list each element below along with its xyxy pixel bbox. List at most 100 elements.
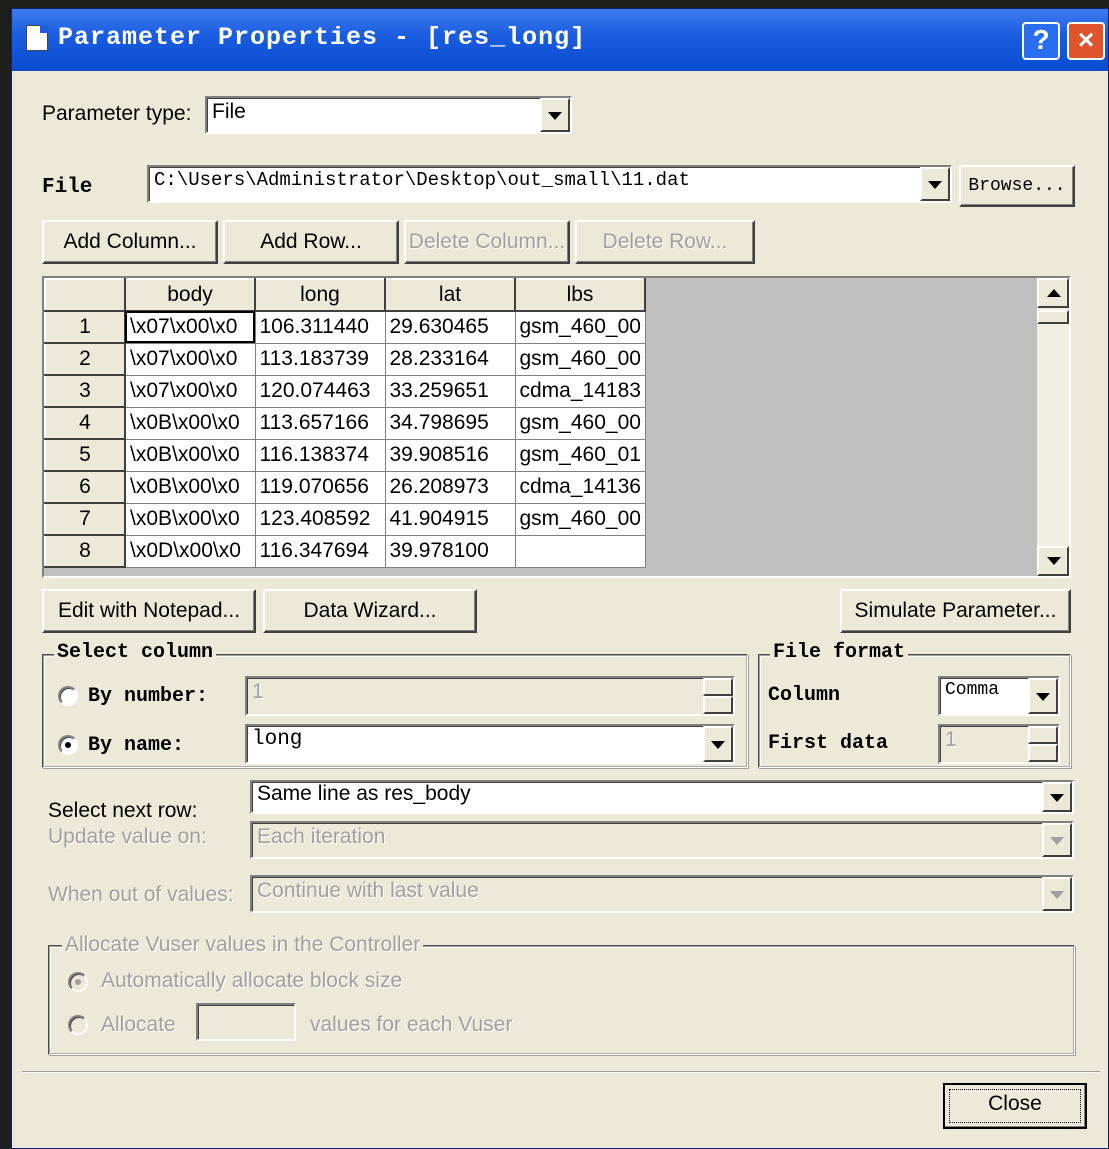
row-number[interactable]: 2 [44, 342, 126, 376]
by-number-stepper[interactable]: 1 [245, 676, 735, 716]
parameter-type-label: Parameter type: [42, 102, 192, 125]
select-column-title: Select column [54, 641, 217, 664]
table-cell-long[interactable]: 113.183739 [254, 342, 386, 376]
update-value-value: Each iteration [257, 825, 386, 848]
table-cell-lat[interactable]: 33.259651 [384, 374, 516, 408]
table-cell-long[interactable]: 120.074463 [254, 374, 386, 408]
row-number[interactable]: 3 [44, 374, 126, 408]
table-row[interactable]: 5 \x0B\x00\x0 116.138374 39.908516 gsm_460_0… [44, 438, 646, 472]
table-row[interactable]: 7 \x0B\x00\x0 123.408592 41.904915 gsm_460_0… [44, 502, 646, 536]
add-row-button[interactable]: Add Row... [223, 220, 399, 264]
column-header[interactable]: long [254, 278, 386, 312]
table-row[interactable]: 2 \x07\x00\x0 113.183739 28.233164 gsm_460_0… [44, 342, 646, 376]
table-cell-lbs[interactable] [514, 534, 646, 568]
table-cell-long[interactable]: 106.311440 [254, 310, 386, 344]
table-row[interactable]: 6 \x0B\x00\x0 119.070656 26.208973 cdma_1413… [44, 470, 646, 504]
table-cell-body[interactable]: \x07\x00\x0 [124, 342, 256, 376]
table-cell-long[interactable]: 116.347694 [254, 534, 386, 568]
table-row[interactable]: 8 \x0D\x00\x0 116.347694 39.978100 [44, 534, 646, 568]
table-cell-long[interactable]: 113.657166 [254, 406, 386, 440]
chevron-down-icon[interactable] [703, 726, 733, 762]
table-row[interactable]: 3 \x07\x00\x0 120.074463 33.259651 cdma_1418… [44, 374, 646, 408]
scroll-up-arrow-icon[interactable] [1037, 278, 1069, 308]
parameter-type-value: File [212, 100, 246, 123]
data-grid[interactable]: body long lat lbs 1 \x07\x00\x0 106.311440… [42, 276, 1071, 578]
scroll-down-arrow-icon[interactable] [1037, 546, 1069, 576]
table-cell-lbs[interactable]: gsm_460_00 [514, 342, 646, 376]
spin-buttons[interactable] [703, 678, 733, 714]
by-name-radio[interactable] [58, 735, 78, 755]
file-path-select[interactable]: C:\Users\Administrator\Desktop\out_small… [147, 165, 952, 203]
table-row[interactable]: 4 \x0B\x00\x0 113.657166 34.798695 gsm_460_0… [44, 406, 646, 440]
row-number[interactable]: 7 [44, 502, 126, 536]
table-cell-lbs[interactable]: gsm_460_01 [514, 438, 646, 472]
add-column-button[interactable]: Add Column... [42, 220, 218, 264]
table-cell-lbs[interactable]: gsm_460_00 [514, 502, 646, 536]
by-number-radio[interactable] [58, 686, 78, 706]
table-cell-lat[interactable]: 29.630465 [384, 310, 516, 344]
table-cell-lat[interactable]: 34.798695 [384, 406, 516, 440]
row-number[interactable]: 4 [44, 406, 126, 440]
grid-scrollbar[interactable] [1037, 278, 1069, 576]
column-header[interactable]: lbs [514, 278, 646, 312]
table-cell-body[interactable]: \x07\x00\x0 [124, 310, 256, 344]
out-of-values-select[interactable]: Continue with last value [250, 875, 1074, 913]
column-format-select[interactable]: Comma [938, 676, 1060, 716]
update-value-select[interactable]: Each iteration [250, 821, 1074, 859]
auto-allocate-radio[interactable] [68, 972, 88, 992]
edit-with-notepad-button[interactable]: Edit with Notepad... [42, 589, 256, 633]
row-number[interactable]: 1 [44, 310, 126, 344]
chevron-down-icon[interactable] [1042, 877, 1072, 911]
allocate-count-input[interactable] [196, 1003, 296, 1041]
table-cell-body[interactable]: \x0D\x00\x0 [124, 534, 256, 568]
delete-row-button[interactable]: Delete Row... [575, 220, 755, 264]
row-number[interactable]: 5 [44, 438, 126, 472]
table-cell-lbs[interactable]: gsm_460_00 [514, 310, 646, 344]
table-cell-body[interactable]: \x07\x00\x0 [124, 374, 256, 408]
spin-buttons[interactable] [1028, 726, 1058, 762]
table-cell-body[interactable]: \x0B\x00\x0 [124, 502, 256, 536]
table-cell-lat[interactable]: 26.208973 [384, 470, 516, 504]
chevron-down-icon[interactable] [1042, 823, 1072, 857]
column-header[interactable]: lat [384, 278, 516, 312]
row-number[interactable]: 8 [44, 534, 126, 568]
simulate-parameter-button[interactable]: Simulate Parameter... [840, 589, 1071, 633]
close-window-button[interactable]: × [1067, 22, 1105, 60]
parameter-properties-window: Parameter Properties - [res_long] ? × Pa… [11, 8, 1109, 1149]
row-number[interactable]: 6 [44, 470, 126, 504]
table-cell-body[interactable]: \x0B\x00\x0 [124, 470, 256, 504]
select-next-row-select[interactable]: Same line as res_body [250, 780, 1074, 814]
table-cell-lbs[interactable]: cdma_14183 [514, 374, 646, 408]
chevron-down-icon[interactable] [1042, 782, 1072, 812]
delete-column-button[interactable]: Delete Column... [404, 220, 570, 264]
table-cell-body[interactable]: \x0B\x00\x0 [124, 406, 256, 440]
table-cell-lat[interactable]: 39.978100 [384, 534, 516, 568]
by-name-select[interactable]: long [245, 724, 735, 764]
first-data-stepper[interactable]: 1 [938, 724, 1060, 764]
close-button[interactable]: Close [943, 1083, 1087, 1129]
allocate-radio[interactable] [68, 1015, 88, 1035]
table-cell-lbs[interactable]: gsm_460_00 [514, 406, 646, 440]
scroll-thumb[interactable] [1037, 310, 1069, 324]
table-cell-long[interactable]: 119.070656 [254, 470, 386, 504]
title-bar[interactable]: Parameter Properties - [res_long] ? × [12, 9, 1108, 71]
data-table: body long lat lbs 1 \x07\x00\x0 106.311440… [44, 278, 646, 568]
table-cell-long[interactable]: 123.408592 [254, 502, 386, 536]
table-cell-lbs[interactable]: cdma_14136 [514, 470, 646, 504]
data-wizard-button[interactable]: Data Wizard... [263, 589, 477, 633]
by-name-value: long [252, 728, 303, 751]
table-row[interactable]: 1 \x07\x00\x0 106.311440 29.630465 gsm_460_0… [44, 310, 646, 344]
table-cell-lat[interactable]: 28.233164 [384, 342, 516, 376]
table-cell-body[interactable]: \x0B\x00\x0 [124, 438, 256, 472]
chevron-down-icon[interactable] [540, 98, 570, 132]
table-cell-lat[interactable]: 39.908516 [384, 438, 516, 472]
column-header[interactable]: body [124, 278, 256, 312]
by-number-label: By number: [88, 685, 209, 708]
browse-button[interactable]: Browse... [959, 165, 1075, 207]
parameter-type-select[interactable]: File [205, 96, 572, 134]
help-button[interactable]: ? [1022, 22, 1060, 60]
table-cell-long[interactable]: 116.138374 [254, 438, 386, 472]
chevron-down-icon[interactable] [1028, 678, 1058, 714]
chevron-down-icon[interactable] [920, 167, 950, 201]
table-cell-lat[interactable]: 41.904915 [384, 502, 516, 536]
